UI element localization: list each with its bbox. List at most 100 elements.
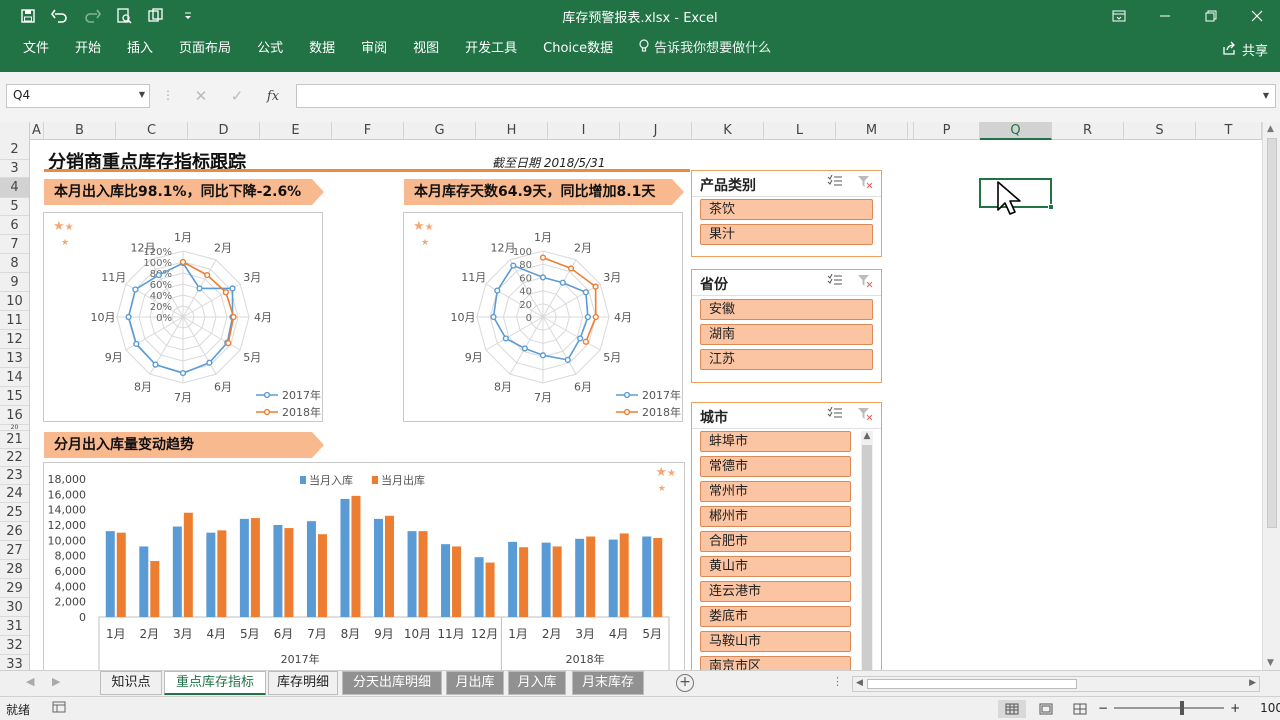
column-header[interactable]: R <box>1052 122 1124 140</box>
fill-handle[interactable] <box>1048 204 1054 210</box>
row-header[interactable]: 23 <box>0 467 29 485</box>
column-header[interactable]: P <box>914 122 980 140</box>
tab-review[interactable]: 审阅 <box>348 40 400 58</box>
row-header[interactable]: 22 <box>0 449 29 467</box>
slicer-item[interactable]: 南京市区 <box>700 656 851 671</box>
bar-chart-panel[interactable]: ★★ ★ 18,000 16,000 14,000 12,000 10,000 8,000 6… <box>43 462 685 671</box>
slicer-item[interactable]: 茶饮 <box>700 199 873 220</box>
row-header[interactable]: 26 <box>0 522 29 541</box>
tab-split-icon[interactable]: ⋮ <box>832 675 843 688</box>
page-layout-view-icon[interactable] <box>1032 700 1060 718</box>
multi-select-icon[interactable] <box>827 273 843 291</box>
row-header[interactable]: 7 <box>0 235 29 254</box>
row-header[interactable]: 8 <box>0 254 29 273</box>
column-header[interactable]: F <box>332 122 404 140</box>
column-header[interactable]: M <box>836 122 908 140</box>
scroll-down-icon[interactable]: ▼ <box>1267 658 1274 668</box>
next-sheet-icon[interactable]: ▶ <box>52 675 60 688</box>
slicer-province[interactable]: 省份 安徽 湖南 江苏 <box>691 269 882 383</box>
scroll-right-icon[interactable]: ▶ <box>1249 678 1256 688</box>
zoom-slider-knob[interactable] <box>1180 701 1185 715</box>
row-header[interactable]: 2 <box>0 140 29 160</box>
scroll-up-icon[interactable]: ▲ <box>861 431 873 441</box>
column-header-selected[interactable]: Q <box>980 122 1052 140</box>
column-header[interactable]: L <box>764 122 836 140</box>
row-header[interactable]: 4 <box>0 178 29 198</box>
slicer-product[interactable]: 产品类别 茶饮 果汁 <box>691 170 882 257</box>
insert-function-icon[interactable]: fx <box>262 87 284 105</box>
vertical-scroll-thumb[interactable] <box>1267 138 1277 528</box>
column-header[interactable]: A <box>30 122 44 140</box>
add-sheet-button[interactable]: + <box>676 674 694 692</box>
chevron-down-icon[interactable]: ▼ <box>139 90 145 99</box>
row-header[interactable]: 24 <box>0 485 29 503</box>
row-header[interactable]: 31 <box>0 617 29 636</box>
confirm-entry-icon[interactable]: ✓ <box>226 87 248 105</box>
slicer-scroll-thumb[interactable] <box>862 445 872 671</box>
column-header[interactable]: D <box>188 122 260 140</box>
undo-icon[interactable] <box>46 6 74 26</box>
slicer-item[interactable]: 江苏 <box>700 349 873 370</box>
minimize-icon[interactable] <box>1142 0 1188 32</box>
restore-icon[interactable] <box>1188 0 1234 32</box>
share-button[interactable]: 共享 <box>1222 40 1268 59</box>
tab-home[interactable]: 开始 <box>62 40 114 58</box>
row-header[interactable]: 10 <box>0 292 29 311</box>
row-header[interactable]: 30 <box>0 598 29 617</box>
slicer-item[interactable]: 马鞍山市 <box>700 631 851 652</box>
horizontal-scroll-thumb[interactable] <box>867 679 1077 689</box>
tell-me-search[interactable]: 告诉我你想要做什么 <box>626 39 784 58</box>
slicer-item[interactable]: 果汁 <box>700 224 873 245</box>
column-header[interactable]: C <box>116 122 188 140</box>
clear-filter-icon[interactable] <box>857 407 873 424</box>
prev-sheet-icon[interactable]: ◀ <box>26 675 34 688</box>
tab-formulas[interactable]: 公式 <box>244 40 296 58</box>
column-header[interactable]: H <box>476 122 548 140</box>
slicer-item[interactable]: 常州市 <box>700 481 851 502</box>
slicer-scrollbar[interactable]: ▲ <box>861 431 873 671</box>
column-header[interactable]: S <box>1124 122 1196 140</box>
row-header[interactable]: 12 <box>0 330 29 349</box>
sheet-tab[interactable]: 月入库 <box>508 671 566 695</box>
radar-days-panel[interactable]: ★★ ★ 1月 2月 3月 4月 5月 6月 7月 8月 9月 10月 11月 12月 0 20 40 60 80… <box>403 212 683 422</box>
row-header[interactable]: 5 <box>0 198 29 216</box>
tab-page-layout[interactable]: 页面布局 <box>166 40 244 58</box>
zoom-slider[interactable] <box>1114 701 1225 715</box>
column-header[interactable]: I <box>548 122 620 140</box>
multi-select-icon[interactable] <box>827 174 843 192</box>
sheet-tab[interactable]: 库存明细 <box>268 671 338 695</box>
tab-choice-data[interactable]: Choice数据 <box>530 40 626 58</box>
sheet-tab[interactable]: 月出库 <box>446 671 504 695</box>
scroll-up-icon[interactable]: ▲ <box>1267 124 1274 134</box>
slicer-city[interactable]: 城市 蚌埠市 常德市 常州市 郴州市 合肥市 黄山市 连云港市 娄底市 马鞍山市… <box>691 402 882 671</box>
scroll-left-icon[interactable]: ◀ <box>856 678 863 688</box>
row-header[interactable]: 28 <box>0 560 29 579</box>
slicer-item[interactable]: 郴州市 <box>700 506 851 527</box>
tab-view[interactable]: 视图 <box>400 40 452 58</box>
tab-developer[interactable]: 开发工具 <box>452 40 530 58</box>
row-header[interactable]: 9 <box>0 273 29 292</box>
clear-filter-icon[interactable] <box>857 274 873 291</box>
row-header[interactable]: 25 <box>0 503 29 522</box>
customize-qat-icon[interactable] <box>174 6 202 26</box>
row-header[interactable]: 16 <box>0 406 29 425</box>
close-icon[interactable] <box>1234 0 1280 32</box>
column-header[interactable]: B <box>44 122 116 140</box>
row-header[interactable]: 32 <box>0 636 29 655</box>
slicer-item[interactable]: 合肥市 <box>700 531 851 552</box>
row-header[interactable]: 27 <box>0 541 29 560</box>
horizontal-scrollbar[interactable]: ◀ ▶ <box>852 676 1260 692</box>
slicer-item[interactable]: 蚌埠市 <box>700 431 851 452</box>
slicer-item[interactable]: 黄山市 <box>700 556 851 577</box>
redo-icon[interactable] <box>78 6 106 26</box>
row-header[interactable]: 14 <box>0 368 29 387</box>
copy-format-icon[interactable] <box>142 6 170 26</box>
column-header[interactable]: J <box>620 122 692 140</box>
row-header[interactable]: 29 <box>0 579 29 598</box>
cancel-entry-icon[interactable]: ✕ <box>190 87 212 105</box>
row-header[interactable]: 21 <box>0 431 29 449</box>
print-preview-icon[interactable] <box>110 6 138 26</box>
select-all-corner[interactable] <box>0 122 30 140</box>
row-header[interactable]: 11 <box>0 311 29 330</box>
clear-filter-icon[interactable] <box>857 175 873 192</box>
